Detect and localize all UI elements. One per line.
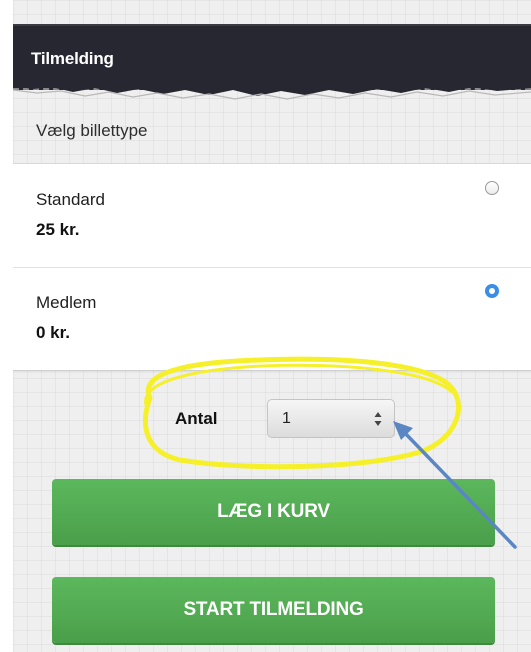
select-arrows-icon <box>374 412 382 426</box>
quantity-value: 1 <box>282 410 291 427</box>
ticket-option-standard[interactable]: Standard 25 kr. <box>13 164 531 268</box>
ticket-option-medlem[interactable]: Medlem 0 kr. <box>13 267 531 370</box>
ticket-name: Standard <box>36 190 105 209</box>
ticket-price: 0 kr. <box>36 323 71 342</box>
ticket-name: Medlem <box>36 293 97 312</box>
registration-panel: Tilmelding Vælg billettype Standard 25 k… <box>13 0 531 652</box>
ticket-type-heading: Vælg billettype <box>36 121 148 140</box>
torn-edge-decoration <box>13 84 531 100</box>
radio-medlem[interactable] <box>485 284 499 298</box>
start-registration-button[interactable]: START TILMELDING <box>52 577 495 643</box>
quantity-label: Antal <box>175 409 218 428</box>
quantity-select[interactable]: 1 <box>267 399 395 438</box>
add-to-cart-button[interactable]: LÆG I KURV <box>52 479 495 545</box>
header-title: Tilmelding <box>31 49 114 68</box>
radio-standard[interactable] <box>485 181 499 195</box>
panel-header: Tilmelding <box>13 24 531 90</box>
ticket-price: 25 kr. <box>36 220 80 239</box>
ticket-type-list: Standard 25 kr. Medlem 0 kr. <box>13 163 531 371</box>
